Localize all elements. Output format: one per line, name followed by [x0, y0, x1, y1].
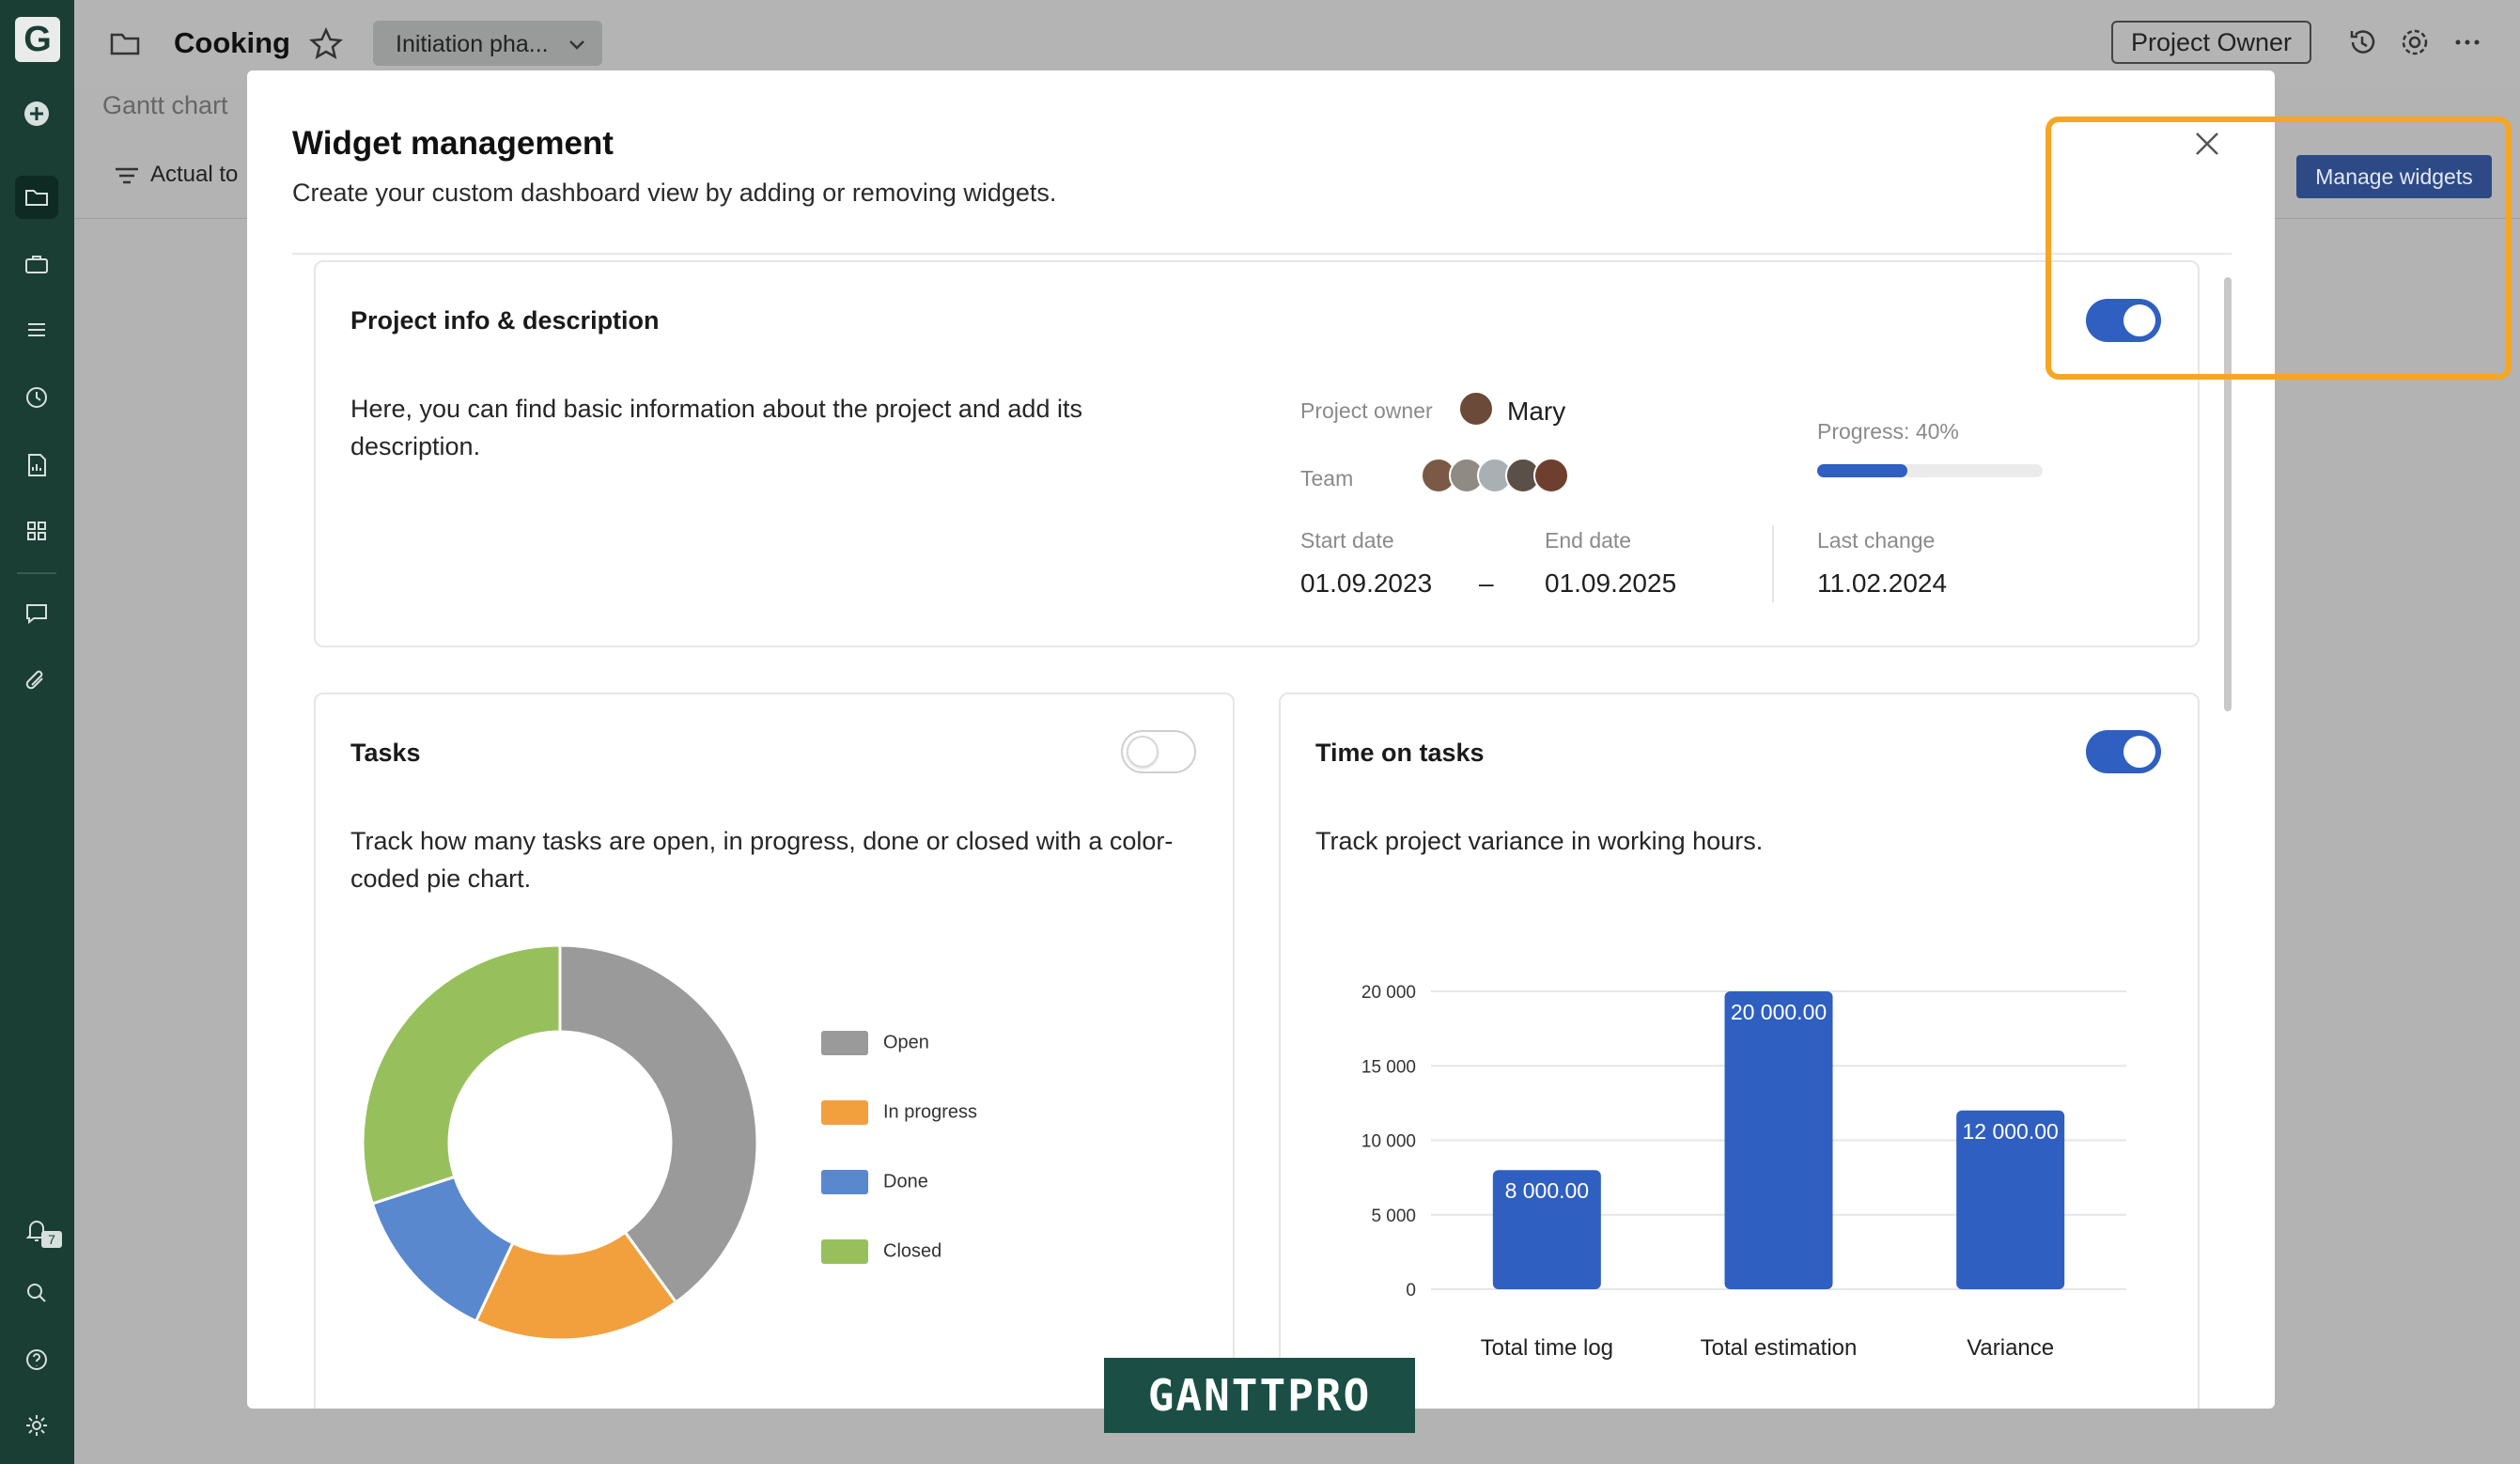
owner-name: Mary [1507, 397, 1566, 426]
pie-slice-closed[interactable] [361, 943, 562, 1206]
bar-value-label: 20 000.00 [1731, 1000, 1827, 1024]
project-info-widget: Project info & description Here, you can… [314, 260, 2200, 647]
bar-value-label: 12 000.00 [1963, 1119, 2059, 1144]
avatar [1458, 391, 1494, 427]
bar-value-label: 8 000.00 [1505, 1178, 1590, 1203]
help-icon[interactable] [15, 1338, 58, 1381]
filter-button[interactable]: Actual to [113, 162, 238, 188]
legend-item: In progress [821, 1100, 977, 1125]
x-category-label: Total estimation [1701, 1335, 1858, 1361]
left-sidebar: G 7 [0, 0, 74, 1464]
add-icon[interactable] [15, 92, 58, 135]
grid-icon[interactable] [15, 509, 58, 553]
search-icon[interactable] [15, 1271, 58, 1315]
report-icon[interactable] [15, 444, 58, 487]
tasks-pie-chart [361, 943, 759, 1342]
legend-label: Closed [883, 1240, 942, 1262]
tab-gantt-chart[interactable]: Gantt chart [102, 91, 228, 120]
y-tick-label: 5 000 [1371, 1207, 1416, 1226]
list-icon[interactable] [15, 308, 58, 351]
widget-description: Track how many tasks are open, in progre… [350, 827, 1174, 893]
avatar [1533, 458, 1569, 493]
history-icon[interactable] [2346, 26, 2378, 58]
y-tick-label: 15 000 [1361, 1057, 1416, 1077]
widget-title: Project info & description [350, 306, 660, 335]
chat-icon[interactable] [15, 592, 58, 635]
legend-label: Done [883, 1171, 928, 1192]
briefcase-icon[interactable] [15, 242, 58, 286]
highlight-box [2046, 117, 2512, 380]
legend-label: Open [883, 1032, 929, 1053]
legend-item: Open [821, 1031, 929, 1055]
app-logo[interactable]: G [15, 17, 60, 62]
x-category-label: Total time log [1481, 1335, 1613, 1361]
widget-description: Track project variance in working hours. [1315, 827, 1764, 855]
widget-title: Tasks [350, 739, 421, 767]
time-on-tasks-toggle[interactable] [2086, 730, 2161, 773]
legend-item: Done [821, 1170, 928, 1194]
y-tick-label: 20 000 [1361, 983, 1416, 1003]
end-date-label: End date [1545, 528, 1632, 553]
last-change-label: Last change [1817, 528, 1936, 553]
widget-title: Time on tasks [1315, 739, 1485, 767]
tasks-toggle[interactable] [1121, 730, 1196, 773]
end-date: 01.09.2025 [1545, 568, 1677, 598]
y-tick-label: 10 000 [1361, 1132, 1416, 1152]
clock-icon[interactable] [15, 376, 58, 419]
project-owner-label: Project owner [1300, 398, 1433, 423]
folder-icon [110, 33, 140, 55]
widget-management-modal: Widget management Create your custom das… [247, 70, 2275, 1409]
ganttpro-watermark: GANTTPRO [1104, 1358, 1415, 1433]
legend-swatch [821, 1031, 868, 1055]
progress-bar [1817, 464, 2043, 477]
legend-item: Closed [821, 1239, 941, 1264]
star-icon[interactable] [308, 26, 344, 62]
bar-total-estimation[interactable] [1724, 991, 1833, 1289]
legend-swatch [821, 1239, 868, 1264]
notification-badge: 7 [41, 1231, 62, 1248]
attachment-icon[interactable] [15, 660, 58, 703]
tasks-widget: Tasks Track how many tasks are open, in … [314, 693, 1235, 1409]
date-separator: – [1479, 568, 1494, 598]
chevron-down-icon [569, 40, 584, 50]
last-change-date: 11.02.2024 [1817, 568, 1948, 598]
time-bar-chart: 0 5 000 10 000 15 000 20 000 8 000.00 Total ti… [1361, 983, 2126, 1361]
team-label: Team [1300, 466, 1354, 491]
start-date: 01.09.2023 [1300, 568, 1433, 598]
y-tick-label: 0 [1406, 1281, 1416, 1300]
x-category-label: Variance [1967, 1335, 2054, 1361]
progress-label: Progress: 40% [1817, 419, 1959, 444]
gear-icon[interactable] [2399, 26, 2431, 58]
time-on-tasks-widget: Time on tasks Track project variance in … [1279, 693, 2200, 1409]
project-title: Cooking [174, 26, 290, 59]
project-owner-button[interactable]: Project Owner [2111, 21, 2311, 64]
legend-swatch [821, 1170, 868, 1194]
phase-select[interactable]: Initiation pha... [373, 21, 602, 66]
start-date-label: Start date [1300, 528, 1394, 553]
modal-title: Widget management [292, 125, 614, 162]
legend-label: In progress [883, 1101, 978, 1123]
widget-description: Here, you can find basic information abo… [350, 395, 1082, 460]
legend-swatch [821, 1100, 868, 1125]
folder-icon[interactable] [15, 176, 58, 219]
modal-subtitle: Create your custom dashboard view by add… [292, 179, 1057, 207]
more-icon[interactable] [2451, 26, 2483, 58]
settings-icon[interactable] [15, 1404, 58, 1447]
filter-icon [116, 167, 138, 183]
